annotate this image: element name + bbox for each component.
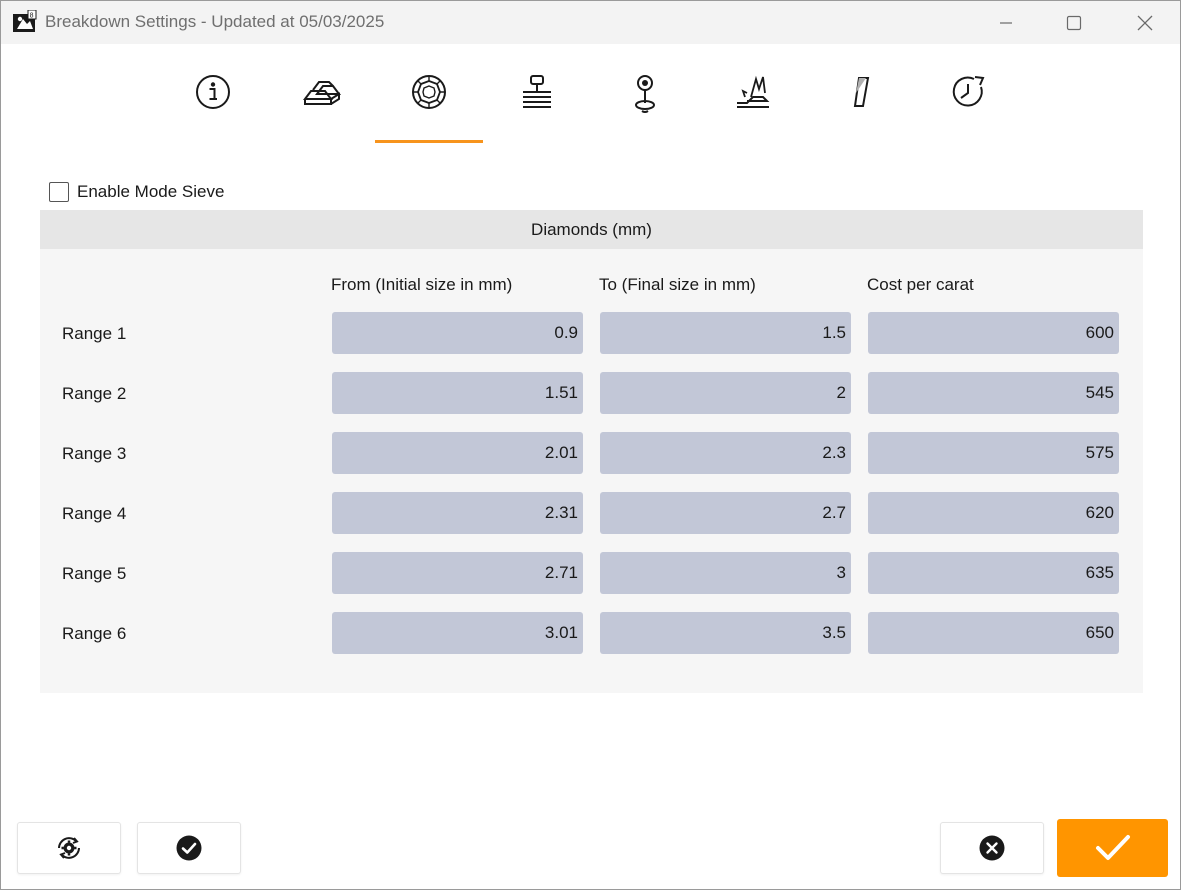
- range-to-input[interactable]: 3.5: [600, 612, 851, 654]
- maximize-icon: [1066, 15, 1082, 30]
- column-header-from: From (Initial size in mm): [331, 275, 513, 294]
- cancel-button[interactable]: [940, 822, 1044, 874]
- pencil-icon: [853, 77, 870, 107]
- close-icon: [1137, 15, 1153, 30]
- window-title: Breakdown Settings - Updated at 05/03/20…: [45, 12, 385, 31]
- range-from-input[interactable]: 0.9: [332, 312, 583, 354]
- range-from-input[interactable]: 3.01: [332, 612, 583, 654]
- gold-bars-icon: [303, 81, 341, 105]
- confirm-button[interactable]: [1057, 819, 1168, 877]
- range-cost-input[interactable]: 575: [868, 432, 1119, 474]
- tab-info[interactable]: [159, 61, 267, 143]
- breakdown-settings-window: 8 Breakdown Settings - Updated at 05/03/…: [0, 0, 1181, 890]
- range-cost-input[interactable]: 600: [868, 312, 1119, 354]
- range-to-input[interactable]: 3: [600, 552, 851, 594]
- minimize-button[interactable]: [983, 1, 1029, 44]
- enable-mode-sieve-checkbox[interactable]: Enable Mode Sieve: [49, 181, 224, 203]
- info-icon: [196, 75, 230, 109]
- settings-sync-button[interactable]: [17, 822, 121, 874]
- tab-hand-tool[interactable]: [699, 61, 807, 143]
- range-from-input[interactable]: 1.51: [332, 372, 583, 414]
- diamonds-panel: Diamonds (mm) From (Initial size in mm) …: [40, 210, 1143, 693]
- hand-tool-icon: [737, 75, 770, 108]
- tab-stamp[interactable]: [483, 61, 591, 143]
- range-cost-input[interactable]: 545: [868, 372, 1119, 414]
- column-header-to: To (Final size in mm): [599, 275, 756, 294]
- tab-metals[interactable]: [267, 61, 375, 143]
- range-cost-input[interactable]: 620: [868, 492, 1119, 534]
- diamond-icon: [412, 75, 446, 109]
- close-window-button[interactable]: [1122, 1, 1168, 44]
- minimize-icon: [1000, 21, 1012, 24]
- tab-diamonds[interactable]: [375, 61, 483, 143]
- range-cost-input[interactable]: 650: [868, 612, 1119, 654]
- range-label: Range 3: [62, 444, 127, 463]
- range-label: Range 5: [62, 564, 127, 583]
- range-cost-input[interactable]: 635: [868, 552, 1119, 594]
- range-from-input[interactable]: 2.71: [332, 552, 583, 594]
- range-to-input[interactable]: 2.3: [600, 432, 851, 474]
- checkbox-box[interactable]: [49, 182, 69, 202]
- maximize-button[interactable]: [1051, 1, 1097, 44]
- title-bar: 8 Breakdown Settings - Updated at 05/03/…: [1, 1, 1180, 44]
- range-to-input[interactable]: 2: [600, 372, 851, 414]
- range-label: Range 2: [62, 384, 127, 403]
- clock-history-icon: [952, 76, 985, 107]
- tab-history[interactable]: [915, 61, 1023, 143]
- range-from-input[interactable]: 2.31: [332, 492, 583, 534]
- selected-tab-indicator: [375, 140, 483, 143]
- range-label: Range 6: [62, 624, 127, 643]
- cancel-circle-icon: [979, 835, 1005, 861]
- location-pin-icon: [635, 75, 655, 113]
- column-header-cost: Cost per carat: [867, 275, 974, 294]
- range-label: Range 1: [62, 324, 127, 343]
- range-label: Range 4: [62, 504, 127, 523]
- range-from-input[interactable]: 2.01: [332, 432, 583, 474]
- app-logo-icon: 8: [12, 9, 37, 33]
- diamonds-header: Diamonds (mm): [40, 210, 1143, 249]
- checkmark-icon: [1095, 835, 1130, 860]
- tab-pencil[interactable]: [807, 61, 915, 143]
- apply-button[interactable]: [137, 822, 241, 874]
- enable-mode-sieve-label: Enable Mode Sieve: [77, 182, 225, 201]
- settings-tabs: [159, 61, 1023, 145]
- check-circle-icon: [176, 835, 202, 861]
- range-to-input[interactable]: 1.5: [600, 312, 851, 354]
- tab-location[interactable]: [591, 61, 699, 143]
- stamp-icon: [523, 75, 551, 108]
- settings-sync-icon: [58, 837, 80, 859]
- svg-text:8: 8: [30, 13, 34, 20]
- range-to-input[interactable]: 2.7: [600, 492, 851, 534]
